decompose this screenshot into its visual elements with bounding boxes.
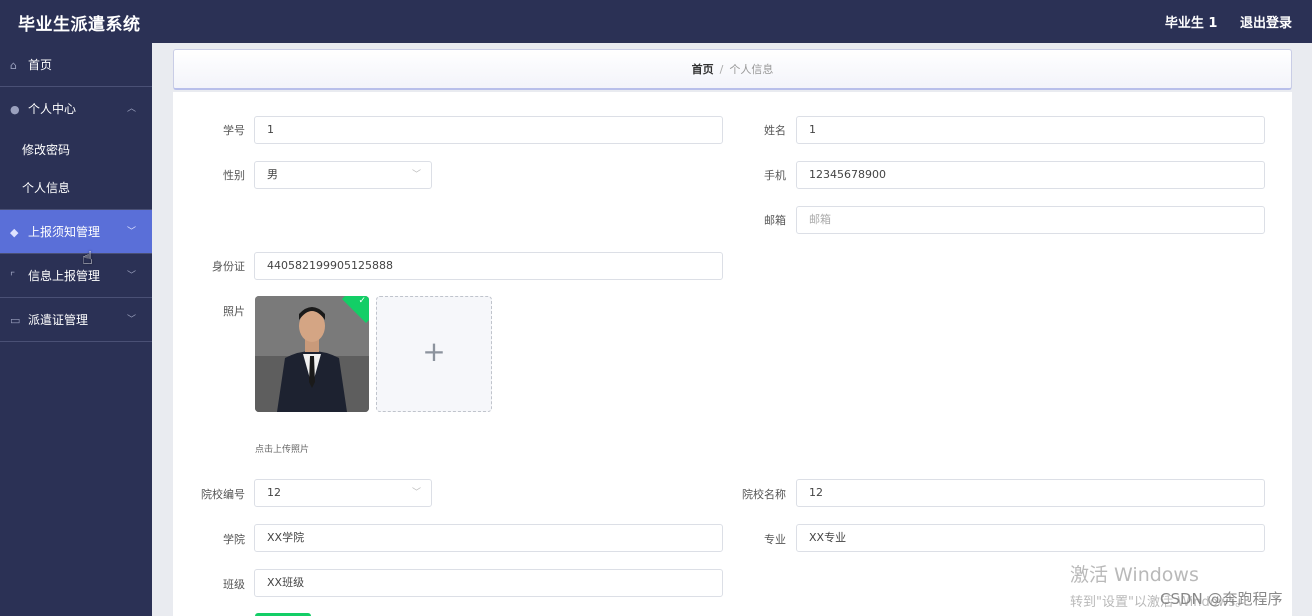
check-icon: ✓ [358,296,366,306]
personal-center-submenu: 修改密码 个人信息 [0,131,152,210]
message-icon: ▭ [10,314,21,327]
sidebar-item-label: 个人中心 [28,102,77,116]
location-icon: ◆ [10,226,19,239]
school-code-label: 院校编号 [201,488,245,501]
school-name-label: 院校名称 [742,488,786,501]
student-no-input[interactable]: 1 [254,116,723,144]
id-card-input[interactable]: 440582199905125888 [254,252,723,280]
sidebar-item-label: 派遣证管理 [28,313,89,327]
breadcrumb: 首页 / 个人信息 [173,49,1292,90]
sidebar-item-personal-center[interactable]: ● 个人中心 ︿ [0,87,152,131]
class-input[interactable]: XX班级 [254,569,723,597]
frame-icon: ⌜ [10,270,16,283]
sidebar-item-label: 上报须知管理 [28,225,101,239]
chevron-up-icon: ︿ [126,104,136,114]
name-label: 姓名 [764,124,786,137]
phone-label: 手机 [764,169,786,182]
photo-upload-hint: 点击上传照片 [255,445,310,455]
chevron-down-icon: ﹀ [126,227,136,237]
school-code-value: 12 [267,486,281,499]
person-photo-image [255,296,369,412]
sidebar-item-dispatch-cert[interactable]: ▭ 派遣证管理 ﹀ [0,298,152,342]
top-right-actions: 毕业生 1 退出登录 [1147,12,1292,31]
chevron-down-icon: ﹀ [411,488,421,498]
college-label: 学院 [223,533,245,546]
major-label: 专业 [764,533,786,546]
sidebar-item-label: 信息上报管理 [28,269,101,283]
student-no-label: 学号 [223,124,245,137]
class-label: 班级 [223,578,245,591]
photo-label: 照片 [223,305,245,318]
top-bar: 毕业生派遣系统 毕业生 1 退出登录 [0,0,1312,43]
school-name-input[interactable]: 12 [796,479,1265,507]
pointer-cursor-icon: ☝ [82,248,93,269]
photo-upload-button[interactable]: + [376,296,492,412]
sidebar-item-personal-info[interactable]: 个人信息 [0,169,152,207]
logout-button[interactable]: 退出登录 [1240,16,1292,31]
sidebar-item-report-notice[interactable]: ◆ 上报须知管理 ﹀ [0,210,152,254]
csdn-watermark: CSDN @奔跑程序 [1160,590,1283,608]
current-user: 毕业生 1 [1164,16,1218,31]
breadcrumb-current: 个人信息 [729,63,774,76]
user-icon: ● [10,103,20,116]
sidebar: ⌂ 首页 ● 个人中心 ︿ 修改密码 个人信息 ◆ 上报须知管理 ﹀ ⌜ 信息上报管理 … [0,43,152,616]
uploaded-photo[interactable]: ✓ [255,296,369,412]
school-code-select[interactable]: 12 ﹀ [254,479,432,507]
profile-form: 学号 1 姓名 1 性别 男 ﹀ 手机 12345678900 邮箱 邮箱 身份… [173,92,1292,616]
home-icon: ⌂ [10,59,17,72]
major-input[interactable]: XX专业 [796,524,1265,552]
breadcrumb-separator: / [719,63,724,76]
watermark-title: 激活 Windows [1070,564,1199,586]
sidebar-item-info-report[interactable]: ⌜ 信息上报管理 ﹀ [0,254,152,298]
chevron-down-icon: ﹀ [126,271,136,281]
breadcrumb-home[interactable]: 首页 [692,63,714,76]
email-input[interactable]: 邮箱 [796,206,1265,234]
name-input[interactable]: 1 [796,116,1265,144]
sidebar-item-home[interactable]: ⌂ 首页 [0,43,152,87]
phone-input[interactable]: 12345678900 [796,161,1265,189]
sidebar-item-label: 首页 [28,58,53,72]
chevron-down-icon: ﹀ [411,170,421,180]
chevron-down-icon: ﹀ [126,315,136,325]
email-label: 邮箱 [764,214,786,227]
college-input[interactable]: XX学院 [254,524,723,552]
sidebar-item-change-password[interactable]: 修改密码 [0,131,152,169]
gender-label: 性别 [223,169,245,182]
gender-value: 男 [267,168,278,181]
app-title: 毕业生派遣系统 [18,15,141,35]
id-card-label: 身份证 [212,260,245,273]
gender-select[interactable]: 男 ﹀ [254,161,432,189]
